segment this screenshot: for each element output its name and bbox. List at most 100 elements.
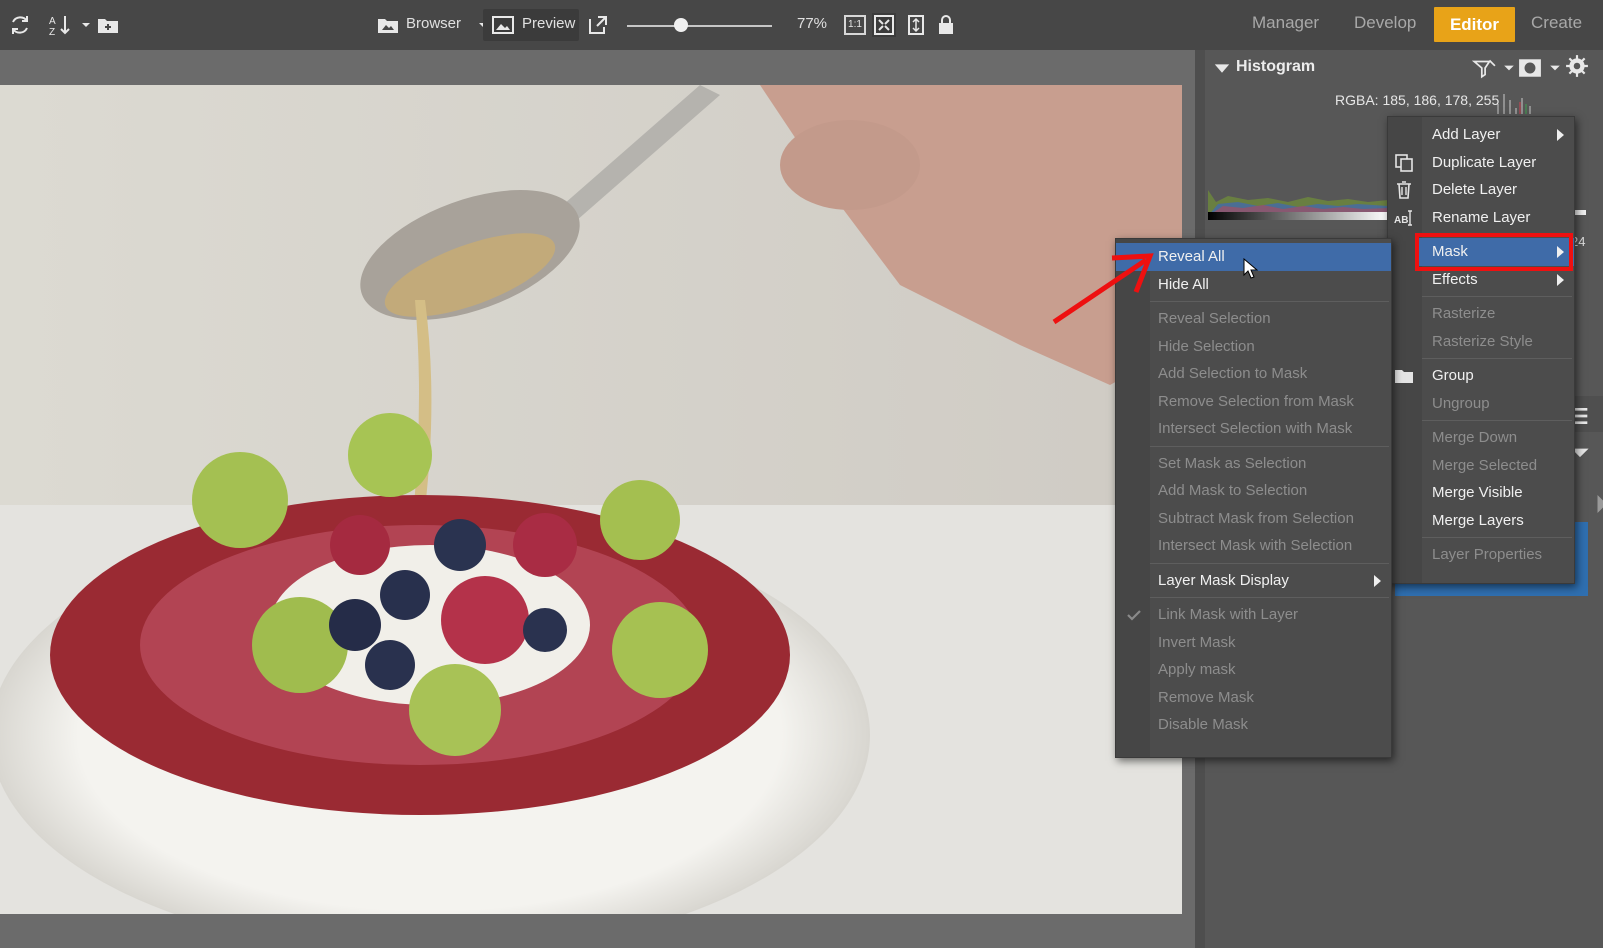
mask-menu-set-mask-as-selection: Set Mask as Selection bbox=[1116, 450, 1391, 478]
histogram-pin-icon[interactable] bbox=[1471, 56, 1496, 79]
layer-menu-merge-down: Merge Down bbox=[1388, 424, 1574, 452]
layer-menu-rename-layer[interactable]: Rename Layer AB bbox=[1388, 204, 1574, 232]
sort-icon[interactable]: AZ bbox=[48, 13, 72, 38]
mask-menu-add-mask-to-selection: Add Mask to Selection bbox=[1116, 477, 1391, 505]
layer-menu-add-layer[interactable]: Add Layer bbox=[1388, 121, 1574, 149]
mask-view-dropdown-icon[interactable] bbox=[1543, 56, 1560, 76]
layer-menu-rasterize-style: Rasterize Style bbox=[1388, 328, 1574, 356]
menu-item-label: Set Mask as Selection bbox=[1158, 454, 1307, 472]
histogram-gradient-bar bbox=[1208, 212, 1388, 220]
mode-create[interactable]: Create bbox=[1531, 13, 1582, 33]
layer-menu-ungroup: Ungroup bbox=[1388, 390, 1574, 418]
checkmark-icon bbox=[1124, 605, 1144, 625]
histogram-title: Histogram bbox=[1236, 58, 1316, 75]
lock-icon[interactable] bbox=[934, 13, 958, 37]
browser-icon[interactable] bbox=[376, 13, 400, 37]
trash-icon bbox=[1394, 180, 1414, 200]
menu-item-label: Layer Mask Display bbox=[1158, 571, 1289, 589]
photo-image bbox=[0, 85, 1182, 948]
preview-icon bbox=[491, 13, 515, 37]
menu-separator bbox=[1150, 562, 1389, 564]
menu-item-label: Hide All bbox=[1158, 275, 1209, 293]
mask-menu-layer-mask-display[interactable]: Layer Mask Display bbox=[1116, 567, 1391, 595]
menu-item-label: Apply mask bbox=[1158, 661, 1236, 678]
arrow-annotation bbox=[1052, 253, 1154, 325]
mask-highlight-annotation bbox=[1415, 233, 1573, 271]
layer-menu-group[interactable]: Group bbox=[1388, 362, 1574, 390]
zoom-slider-thumb[interactable] bbox=[674, 18, 688, 32]
mode-develop[interactable]: Develop bbox=[1354, 13, 1416, 33]
zoom-slider-track[interactable] bbox=[627, 25, 772, 27]
menu-item-label: Remove Mask bbox=[1158, 688, 1254, 706]
menu-item-label: Merge Layers bbox=[1432, 511, 1524, 529]
menu-item-label: Disable Mask bbox=[1158, 716, 1249, 733]
menu-item-label: Duplicate Layer bbox=[1432, 153, 1537, 171]
menu-item-label: Reveal Selection bbox=[1158, 310, 1271, 327]
menu-separator bbox=[1422, 358, 1572, 359]
layer-menu-delete-layer[interactable]: Delete Layer bbox=[1388, 176, 1574, 204]
fit-screen-icon[interactable] bbox=[872, 13, 896, 37]
mask-view-icon[interactable] bbox=[1518, 56, 1541, 77]
mask-menu-disable-mask: Disable Mask bbox=[1116, 711, 1391, 739]
external-open-icon[interactable] bbox=[586, 13, 610, 37]
menu-item-label: Merge Down bbox=[1432, 429, 1518, 446]
histogram-peak-marks bbox=[1497, 94, 1531, 114]
menu-separator bbox=[1150, 301, 1389, 302]
mask-menu-remove-mask: Remove Mask bbox=[1116, 684, 1391, 712]
photo-canvas[interactable] bbox=[0, 85, 1182, 948]
menu-item-label: Remove Selection from Mask bbox=[1158, 392, 1354, 410]
mode-editor[interactable]: Editor bbox=[1434, 7, 1515, 42]
mode-manager[interactable]: Manager bbox=[1252, 13, 1319, 33]
fit-height-icon[interactable] bbox=[904, 13, 928, 37]
menu-item-label: Merge Selected bbox=[1432, 456, 1538, 474]
browser-dropdown-icon[interactable] bbox=[471, 13, 487, 37]
layer-menu-merge-visible[interactable]: Merge Visible bbox=[1388, 479, 1574, 507]
mask-menu-add-selection-to-mask: Add Selection to Mask bbox=[1116, 360, 1391, 388]
menu-item-label: Intersect Mask with Selection bbox=[1158, 537, 1353, 554]
menu-item-label: Rename Layer bbox=[1432, 208, 1531, 226]
menu-separator bbox=[1422, 537, 1572, 538]
menu-item-label: Hide Selection bbox=[1158, 337, 1255, 355]
menu-item-label: Add Layer bbox=[1432, 126, 1501, 143]
layer-menu-layer-properties: Layer Properties bbox=[1388, 541, 1574, 569]
layer-context-menu: Add Layer Duplicate Layer Delete Layer Rena… bbox=[1387, 116, 1575, 584]
mask-menu-hide-selection: Hide Selection bbox=[1116, 333, 1391, 361]
submenu-arrow-icon bbox=[1557, 129, 1564, 141]
duplicate-icon bbox=[1394, 153, 1414, 173]
menu-item-label: Effects bbox=[1432, 270, 1478, 288]
menu-item-label: Reveal All bbox=[1158, 248, 1225, 265]
browser-button[interactable]: Browser bbox=[406, 15, 461, 32]
preview-label: Preview bbox=[522, 15, 576, 32]
zoom-value: 77% bbox=[797, 15, 828, 32]
menu-item-label: Subtract Mask from Selection bbox=[1158, 509, 1354, 527]
mask-menu-invert-mask: Invert Mask bbox=[1116, 629, 1391, 657]
mask-menu-remove-selection-from-mask: Remove Selection from Mask bbox=[1116, 388, 1391, 416]
svg-text:A: A bbox=[49, 16, 56, 27]
mask-menu-intersect-mask-with-selection: Intersect Mask with Selection bbox=[1116, 532, 1391, 560]
svg-text:AB: AB bbox=[1394, 215, 1408, 226]
sort-dropdown-icon[interactable] bbox=[74, 13, 90, 37]
layer-menu-rasterize: Rasterize bbox=[1388, 300, 1574, 328]
menu-item-label: Intersect Selection with Mask bbox=[1158, 420, 1353, 437]
collapse-histogram-icon[interactable] bbox=[1210, 56, 1230, 76]
menu-item-label: Layer Properties bbox=[1432, 546, 1543, 563]
menu-item-label: Rasterize bbox=[1432, 305, 1496, 322]
menu-separator bbox=[1422, 420, 1572, 421]
menu-item-label: Add Mask to Selection bbox=[1158, 482, 1308, 499]
menu-item-label: Group bbox=[1432, 367, 1474, 384]
histogram-pin-dropdown-icon[interactable] bbox=[1497, 56, 1514, 76]
refresh-icon[interactable] bbox=[8, 13, 32, 37]
submenu-arrow-icon bbox=[1557, 273, 1564, 286]
mask-menu-apply-mask: Apply mask bbox=[1116, 656, 1391, 684]
mask-menu-subtract-mask-from-selection: Subtract Mask from Selection bbox=[1116, 505, 1391, 533]
panel-expand-icon[interactable] bbox=[1590, 492, 1603, 513]
layer-menu-merge-layers[interactable]: Merge Layers bbox=[1388, 507, 1574, 535]
settings-icon[interactable] bbox=[1565, 54, 1588, 77]
menu-separator bbox=[1150, 597, 1389, 598]
zoom-one-to-one-button[interactable]: 1:1 bbox=[844, 15, 866, 35]
svg-text:Z: Z bbox=[49, 27, 55, 37]
rgba-readout: RGBA: 185, 186, 178, 255 bbox=[1335, 92, 1500, 108]
layer-menu-duplicate-layer[interactable]: Duplicate Layer bbox=[1388, 149, 1574, 177]
menu-item-label: Merge Visible bbox=[1432, 484, 1523, 501]
new-folder-icon[interactable] bbox=[96, 13, 120, 37]
